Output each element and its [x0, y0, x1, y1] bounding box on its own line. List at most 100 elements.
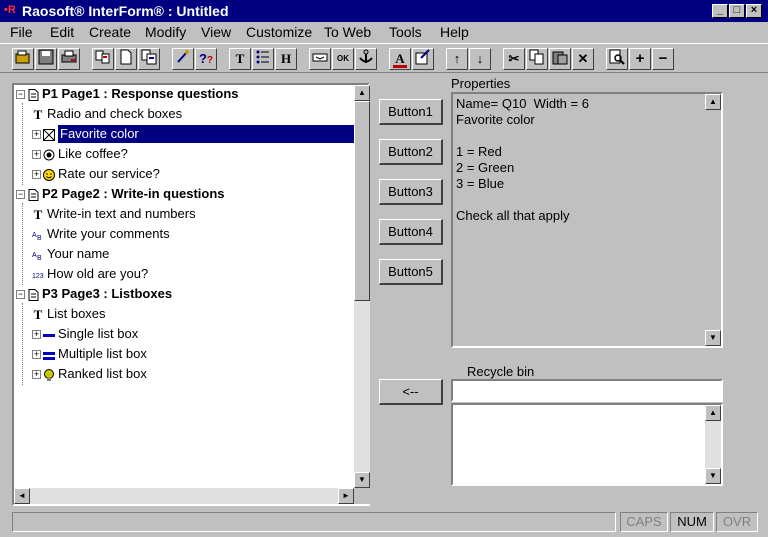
- font-color-icon[interactable]: A: [389, 48, 411, 70]
- preview-icon[interactable]: [606, 48, 628, 70]
- tree-item-label: P3 Page3 : Listboxes: [42, 286, 173, 301]
- wizard-icon[interactable]: [172, 48, 194, 70]
- scroll-up-icon[interactable]: ▲: [354, 85, 370, 101]
- svg-text:123: 123: [32, 273, 44, 280]
- expand-toggle-icon[interactable]: +: [32, 130, 41, 140]
- scroll-corner: [354, 488, 370, 504]
- scroll-down-icon[interactable]: ▼: [705, 330, 721, 346]
- up-arrow-icon[interactable]: ↑: [446, 48, 468, 70]
- scroll-left-icon[interactable]: ◄: [14, 488, 30, 504]
- tree-vertical-scrollbar[interactable]: ▲ ▼: [354, 85, 370, 488]
- menu-bar: File Edit Create Modify View Customize T…: [0, 22, 768, 42]
- scroll-down-icon[interactable]: ▼: [354, 472, 370, 488]
- button1[interactable]: Button1: [379, 99, 443, 125]
- menu-create[interactable]: Create: [89, 24, 131, 40]
- expand-toggle-icon[interactable]: +: [32, 370, 41, 380]
- properties-icon[interactable]: [412, 48, 434, 70]
- anchor-icon[interactable]: [355, 48, 377, 70]
- tree-item-like-coffee[interactable]: + Like coffee?: [32, 145, 128, 165]
- menu-help[interactable]: Help: [440, 24, 469, 40]
- scroll-up-icon[interactable]: ▲: [705, 405, 721, 421]
- recycle-bin-list[interactable]: ▲ ▼: [451, 403, 723, 486]
- tree-item-comments[interactable]: A B Write your comments: [32, 225, 170, 245]
- minimize-button[interactable]: _: [712, 4, 728, 18]
- pages-icon[interactable]: [92, 48, 114, 70]
- menu-tools[interactable]: Tools: [389, 24, 422, 40]
- tree-horizontal-scrollbar[interactable]: ◄ ►: [14, 488, 354, 504]
- tree-item-your-name[interactable]: A B Your name: [32, 245, 109, 265]
- expand-toggle-icon[interactable]: +: [32, 170, 41, 180]
- properties-panel[interactable]: Name= Q10 Width = 6 Favorite color 1 = R…: [451, 92, 723, 348]
- text-item-icon: T: [33, 306, 43, 322]
- button2[interactable]: Button2: [379, 139, 443, 165]
- close-button[interactable]: ×: [746, 4, 762, 18]
- list-icon[interactable]: [252, 48, 274, 70]
- menu-view[interactable]: View: [201, 24, 231, 40]
- maximize-button[interactable]: □: [729, 4, 745, 18]
- status-message: [12, 512, 616, 532]
- recycle-bin-scrollbar[interactable]: ▲ ▼: [705, 405, 721, 484]
- tree-item-label: Single list box: [58, 326, 139, 341]
- new-page-icon[interactable]: [115, 48, 137, 70]
- collapse-toggle-icon[interactable]: −: [16, 90, 25, 100]
- expand-toggle-icon[interactable]: +: [32, 350, 41, 360]
- question-tree[interactable]: − P1 Page1 : Response questions T Radio an…: [12, 83, 370, 506]
- tree-item-label: Write-in text and numbers: [47, 206, 196, 221]
- query-icon[interactable]: ??: [195, 48, 217, 70]
- expand-toggle-icon[interactable]: +: [32, 150, 41, 160]
- open-icon[interactable]: [12, 48, 34, 70]
- move-to-recycle-button[interactable]: <--: [379, 379, 443, 405]
- paste-icon[interactable]: [549, 48, 571, 70]
- copy-icon[interactable]: [526, 48, 548, 70]
- app-logo-icon: •R: [4, 4, 16, 16]
- collapse-icon[interactable]: −: [652, 48, 674, 70]
- text-icon[interactable]: T: [229, 48, 251, 70]
- scroll-up-icon[interactable]: ▲: [705, 94, 721, 110]
- field-icon[interactable]: [309, 48, 331, 70]
- tree-item-favorite-color[interactable]: + Favorite color: [32, 125, 354, 145]
- scroll-right-icon[interactable]: ►: [338, 488, 354, 504]
- tree-item-page3[interactable]: − P3 Page3 : Listboxes: [16, 285, 172, 305]
- save-icon[interactable]: [35, 48, 57, 70]
- tree-item-label: Radio and check boxes: [47, 106, 183, 121]
- tree-item-rate-service[interactable]: + Rate our service?: [32, 165, 160, 185]
- properties-text[interactable]: Name= Q10 Width = 6 Favorite color 1 = R…: [456, 96, 704, 224]
- print-icon[interactable]: [58, 48, 80, 70]
- menu-modify[interactable]: Modify: [145, 24, 186, 40]
- tree-item-label: P1 Page1 : Response questions: [42, 86, 239, 101]
- tree-item-single-list[interactable]: + Single list box: [32, 325, 138, 345]
- button4[interactable]: Button4: [379, 219, 443, 245]
- menu-file[interactable]: File: [10, 24, 33, 40]
- menu-customize[interactable]: Customize: [246, 24, 312, 40]
- tree-item-age[interactable]: 123 How old are you?: [32, 265, 148, 285]
- heading-icon[interactable]: H: [275, 48, 297, 70]
- menu-edit[interactable]: Edit: [50, 24, 74, 40]
- tree-item-label: Ranked list box: [58, 366, 147, 381]
- ok-button-icon[interactable]: OK: [332, 48, 354, 70]
- collapse-toggle-icon[interactable]: −: [16, 290, 25, 300]
- collapse-toggle-icon[interactable]: −: [16, 190, 25, 200]
- down-arrow-icon[interactable]: ↓: [469, 48, 491, 70]
- tree-item-label: List boxes: [47, 306, 106, 321]
- scroll-down-icon[interactable]: ▼: [705, 468, 721, 484]
- tree-item-page2[interactable]: − P2 Page2 : Write-in questions: [16, 185, 225, 205]
- button5[interactable]: Button5: [379, 259, 443, 285]
- scroll-thumb[interactable]: [354, 101, 370, 301]
- tree-item-radio-check[interactable]: T Radio and check boxes: [32, 105, 183, 125]
- cut-icon[interactable]: ✂: [503, 48, 525, 70]
- menu-to-web[interactable]: To Web: [324, 24, 371, 40]
- tree-item-write-in[interactable]: T Write-in text and numbers: [32, 205, 196, 225]
- button3[interactable]: Button3: [379, 179, 443, 205]
- recycle-bin-input[interactable]: [451, 379, 723, 402]
- properties-label: Properties: [451, 76, 511, 91]
- properties-scrollbar[interactable]: ▲ ▼: [705, 94, 721, 346]
- window-title: Raosoft® InterForm® : Untitled: [22, 3, 229, 19]
- page-view-icon[interactable]: [138, 48, 160, 70]
- delete-icon[interactable]: ✕: [572, 48, 594, 70]
- tree-item-list-boxes[interactable]: T List boxes: [32, 305, 106, 325]
- tree-item-ranked-list[interactable]: + Ranked list box: [32, 365, 147, 385]
- expand-icon[interactable]: +: [629, 48, 651, 70]
- expand-toggle-icon[interactable]: +: [32, 330, 41, 340]
- tree-item-multiple-list[interactable]: + Multiple list box: [32, 345, 147, 365]
- tree-item-page1[interactable]: − P1 Page1 : Response questions: [16, 85, 239, 105]
